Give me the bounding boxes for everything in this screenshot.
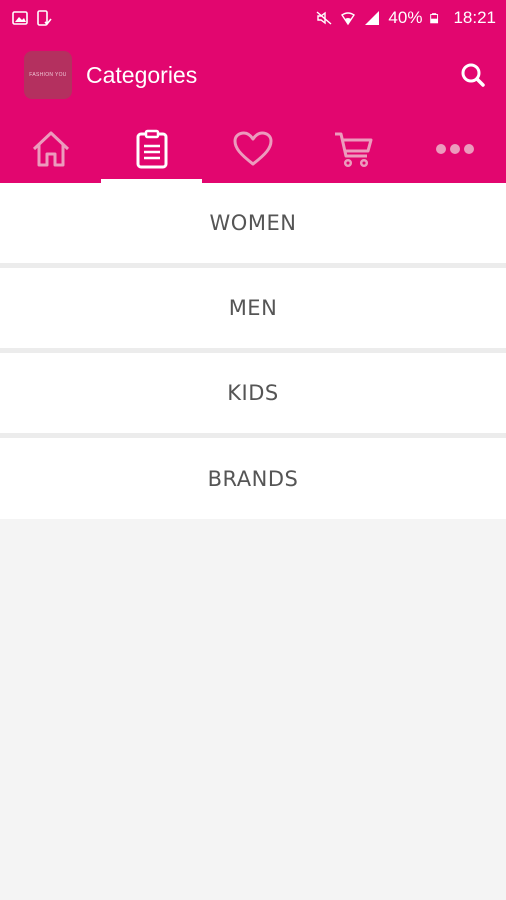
- app-header: 40% 18:21 FASHION YOU Categories: [0, 0, 506, 183]
- mute-icon: [316, 11, 332, 25]
- device-notification-icon: [37, 10, 52, 26]
- gallery-notification-icon: [12, 11, 28, 25]
- category-item-women[interactable]: WOMEN: [0, 183, 506, 268]
- category-list: WOMEN MEN KIDS BRANDS: [0, 183, 506, 519]
- tab-categories[interactable]: [101, 114, 203, 183]
- logo-text: FASHION YOU: [29, 72, 67, 78]
- more-icon: [436, 143, 475, 154]
- battery-percent: 40%: [388, 8, 423, 27]
- heart-icon: [233, 131, 273, 165]
- category-item-brands[interactable]: BRANDS: [0, 438, 506, 519]
- cart-icon: [335, 132, 373, 167]
- tab-home[interactable]: [0, 114, 101, 183]
- home-icon: [32, 131, 69, 166]
- battery-icon: [430, 13, 439, 24]
- toolbar: FASHION YOU Categories: [0, 36, 506, 114]
- tab-bar: [0, 114, 506, 183]
- clock: 18:21: [453, 8, 496, 27]
- tab-more[interactable]: [405, 114, 506, 183]
- tab-favorites[interactable]: [202, 114, 303, 183]
- category-item-kids[interactable]: KIDS: [0, 353, 506, 438]
- status-bar: 40% 18:21: [0, 0, 506, 36]
- tab-cart[interactable]: [304, 114, 405, 183]
- wifi-icon: [341, 12, 356, 26]
- app-logo: FASHION YOU: [24, 51, 72, 99]
- search-icon: [461, 63, 485, 87]
- clipboard-icon: [136, 129, 168, 168]
- search-button[interactable]: [458, 60, 488, 90]
- category-item-men[interactable]: MEN: [0, 268, 506, 353]
- signal-icon: [365, 11, 380, 25]
- page-title: Categories: [86, 61, 198, 88]
